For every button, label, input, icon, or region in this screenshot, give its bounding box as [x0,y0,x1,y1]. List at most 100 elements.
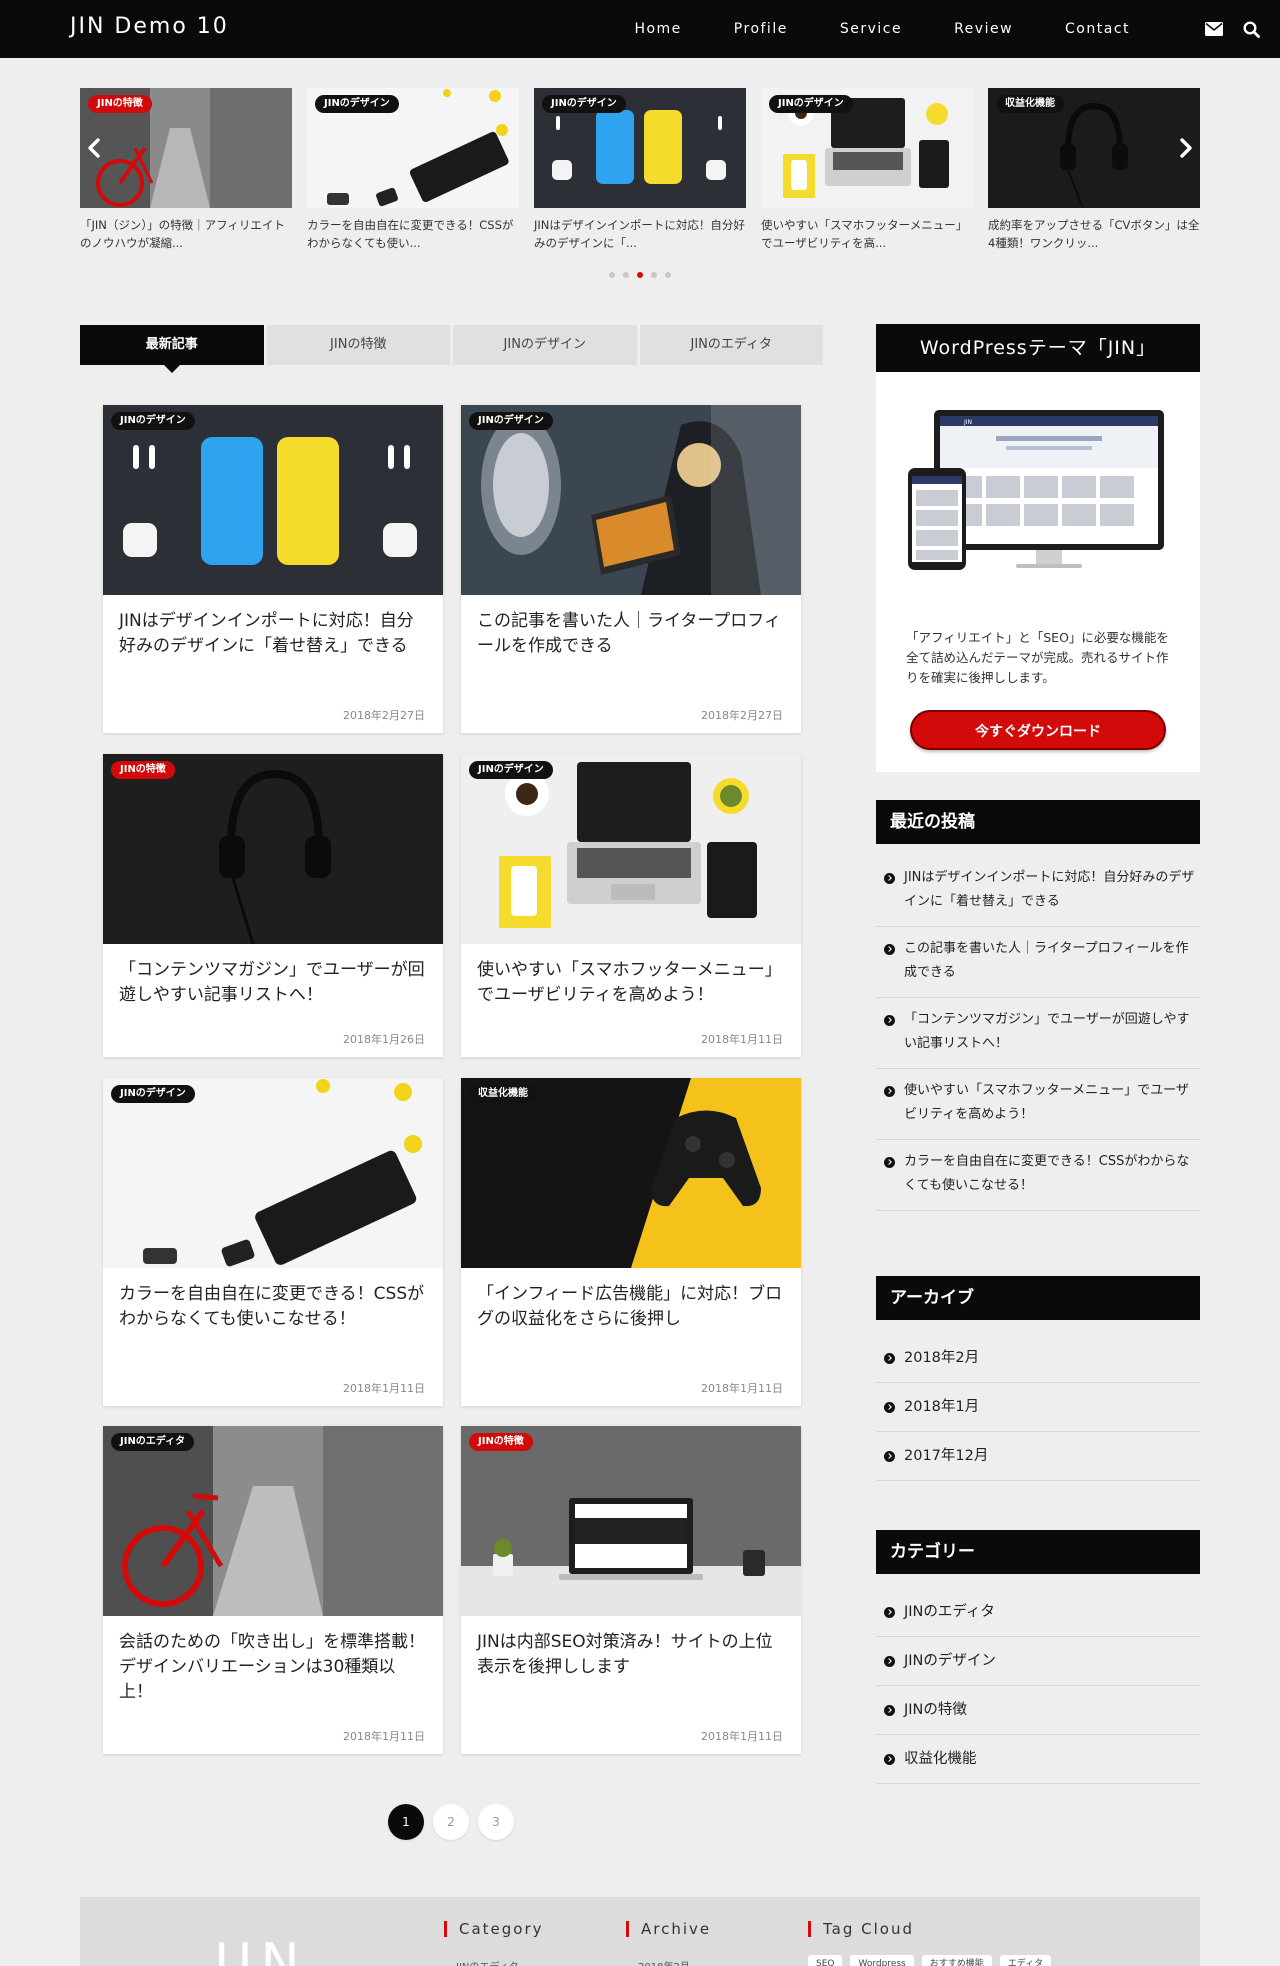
post-category-tag[interactable]: JINのデザイン [111,412,195,430]
category-label[interactable]: JINのデザイン [904,1653,996,1669]
recent-post-label[interactable]: この記事を書いた人｜ライタープロフィールを作成できる [904,941,1188,980]
carousel-slide[interactable]: JINのデザイン カラーを自由自在に変更できる！CSSがわからなくても使い... [307,88,519,252]
recent-post-link[interactable]: JINはデザインインポートに対応！自分好みのデザインに「着せ替え」できる [876,856,1200,927]
archive-label[interactable]: 2018年2月 [904,1350,979,1366]
site-logo[interactable]: JIN Demo 10 [70,14,229,39]
post-title[interactable]: 「インフィード広告機能」に対応！ブログの収益化をさらに後押し [461,1268,801,1332]
slide-category-tag[interactable]: 収益化機能 [996,95,1064,113]
post-card[interactable]: JINのデザイン この記事を書いた人｜ライタープロフィールを作成できる 2018… [461,405,801,733]
carousel-dot[interactable] [665,272,671,278]
nav-service[interactable]: Service [840,21,902,37]
carousel-slide[interactable]: JINのデザイン JINはデザインインポートに対応！自分好みのデザインに「... [534,88,746,252]
archive-link[interactable]: 2017年12月 [876,1432,1200,1481]
tab-latest[interactable]: 最新記事 [80,325,264,373]
page-3-button[interactable]: 3 [478,1804,514,1840]
search-icon[interactable] [1243,20,1260,38]
carousel-dot[interactable] [609,272,615,278]
carousel-prev-arrow-icon[interactable] [80,133,110,163]
footer-logo[interactable]: JIN [214,1933,308,1966]
slide-caption[interactable]: JINはデザインインポートに対応！自分好みのデザインに「... [534,216,746,252]
post-card[interactable]: JINの特徴 JINは内部SEO対策済み！サイトの上位表示を後押しします 201… [461,1426,801,1754]
post-title[interactable]: 会話のための「吹き出し」を標準搭載！デザインバリエーションは30種類以上！ [103,1616,443,1705]
recent-posts-title: 最近の投稿 [876,800,1200,844]
post-card[interactable]: JINのデザイン カラーを自由自在に変更できる！CSSがわからなくても使いこなせ… [103,1078,443,1406]
slide-category-tag[interactable]: JINの特徴 [88,95,152,113]
post-card[interactable]: JINのデザイン 使いやすい「スマホフッターメニュー」でユーザビリティを高めよう… [461,754,801,1057]
footer-tag[interactable]: Wordpress [850,1955,914,1966]
post-title[interactable]: 使いやすい「スマホフッターメニュー」でユーザビリティを高めよう！ [461,944,801,1008]
category-label[interactable]: 収益化機能 [904,1751,977,1767]
slide-caption[interactable]: 成約率をアップさせる「CVボタン」は全4種類！ワンクリッ... [988,216,1200,252]
featured-carousel: JINの特徴 「JIN（ジン）」の特徴｜アフィリエイトのノウハウが凝縮... J… [80,88,1200,288]
carousel-dot[interactable] [651,272,657,278]
page-2-button[interactable]: 2 [433,1804,469,1840]
post-title[interactable]: この記事を書いた人｜ライタープロフィールを作成できる [461,595,801,659]
category-link[interactable]: JINの特徴 [876,1686,1200,1735]
carousel-next-arrow-icon[interactable] [1170,133,1200,163]
recent-post-label[interactable]: カラーを自由自在に変更できる！CSSがわからなくても使いこなせる！ [904,1154,1189,1193]
post-card[interactable]: JINの特徴 「コンテンツマガジン」でユーザーが回遊しやすい記事リストへ！ 20… [103,754,443,1057]
footer-tag[interactable]: エディタ [999,1955,1052,1966]
category-list: JINのエディタ JINのデザイン JINの特徴 収益化機能 [876,1588,1200,1784]
post-category-tag[interactable]: JINの特徴 [111,761,175,779]
post-category-tag[interactable]: JINの特徴 [469,1433,533,1451]
carousel-slide[interactable]: 収益化機能 成約率をアップさせる「CVボタン」は全4種類！ワンクリッ... [988,88,1200,252]
nav-home[interactable]: Home [634,21,681,37]
category-link[interactable]: JINのエディタ [876,1588,1200,1637]
post-title[interactable]: JINは内部SEO対策済み！サイトの上位表示を後押しします [461,1616,801,1680]
slide-caption[interactable]: 使いやすい「スマホフッターメニュー」でユーザビリティを高... [761,216,973,252]
archive-link[interactable]: 2018年2月 [876,1334,1200,1383]
nav-profile[interactable]: Profile [734,21,788,37]
slide-category-tag[interactable]: JINのデザイン [769,95,853,113]
post-category-tag[interactable]: 収益化機能 [469,1085,537,1103]
mail-icon[interactable] [1205,22,1223,36]
category-link[interactable]: 収益化機能 [876,1735,1200,1784]
post-card[interactable]: JINのエディタ 会話のための「吹き出し」を標準搭載！デザインバリエーションは3… [103,1426,443,1754]
carousel-dot-active[interactable] [637,272,643,278]
footer-tag[interactable]: おすすめ機能 [921,1955,992,1966]
archive-link[interactable]: 2018年1月 [876,1383,1200,1432]
post-category-tag[interactable]: JINのデザイン [111,1085,195,1103]
carousel-slide[interactable]: JINの特徴 「JIN（ジン）」の特徴｜アフィリエイトのノウハウが凝縮... [80,88,292,252]
slide-caption[interactable]: カラーを自由自在に変更できる！CSSがわからなくても使い... [307,216,519,252]
post-category-tag[interactable]: JINのデザイン [469,761,553,779]
slide-caption[interactable]: 「JIN（ジン）」の特徴｜アフィリエイトのノウハウが凝縮... [80,216,292,252]
carousel-slide[interactable]: JINのデザイン 使いやすい「スマホフッターメニュー」でユーザビリティを高... [761,88,973,252]
nav-contact[interactable]: Contact [1065,21,1130,37]
footer-archive-link[interactable]: 2018年2月 [638,1958,690,1966]
post-thumbnail: JINのデザイン [103,1078,443,1268]
post-title[interactable]: カラーを自由自在に変更できる！CSSがわからなくても使いこなせる！ [103,1268,443,1332]
page-1-button[interactable]: 1 [388,1804,424,1840]
recent-post-link[interactable]: 「コンテンツマガジン」でユーザーが回遊しやすい記事リストへ！ [876,998,1200,1069]
post-card[interactable]: JINのデザイン JINはデザインインポートに対応！自分好みのデザインに「着せ替… [103,405,443,733]
category-label[interactable]: JINの特徴 [904,1702,967,1718]
post-title[interactable]: JINはデザインインポートに対応！自分好みのデザインに「着せ替え」できる [103,595,443,659]
category-label[interactable]: JINのエディタ [904,1604,995,1620]
carousel-dot[interactable] [623,272,629,278]
recent-post-label[interactable]: 使いやすい「スマホフッターメニュー」でユーザビリティを高めよう！ [904,1083,1189,1122]
footer-category-link[interactable]: JINのエディタ [456,1958,519,1966]
recent-post-link[interactable]: 使いやすい「スマホフッターメニュー」でユーザビリティを高めよう！ [876,1069,1200,1140]
post-card[interactable]: 収益化機能 「インフィード広告機能」に対応！ブログの収益化をさらに後押し 201… [461,1078,801,1406]
post-category-tag[interactable]: JINのエディタ [111,1433,195,1451]
nav-review[interactable]: Review [954,21,1013,37]
recent-post-label[interactable]: 「コンテンツマガジン」でユーザーが回遊しやすい記事リストへ！ [904,1012,1190,1051]
recent-post-link[interactable]: カラーを自由自在に変更できる！CSSがわからなくても使いこなせる！ [876,1140,1200,1211]
tab-design[interactable]: JINのデザイン [453,325,637,365]
tab-editor[interactable]: JINのエディタ [639,325,823,365]
category-heading: カテゴリー [876,1530,1200,1574]
post-date: 2018年1月11日 [701,1730,783,1743]
footer-tag[interactable]: SEO [808,1955,843,1966]
archive-label[interactable]: 2017年12月 [904,1448,988,1464]
download-button[interactable]: 今すぐダウンロード [910,710,1166,750]
category-link[interactable]: JINのデザイン [876,1637,1200,1686]
slide-category-tag[interactable]: JINのデザイン [315,95,399,113]
slide-category-tag[interactable]: JINのデザイン [542,95,626,113]
recent-post-link[interactable]: この記事を書いた人｜ライタープロフィールを作成できる [876,927,1200,998]
post-title[interactable]: 「コンテンツマガジン」でユーザーが回遊しやすい記事リストへ！ [103,944,443,1008]
post-category-tag[interactable]: JINのデザイン [469,412,553,430]
archive-label[interactable]: 2018年1月 [904,1399,979,1415]
archive-title: アーカイブ [876,1276,1200,1320]
recent-post-label[interactable]: JINはデザインインポートに対応！自分好みのデザインに「着せ替え」できる [904,870,1194,909]
tab-features[interactable]: JINの特徴 [266,325,450,365]
